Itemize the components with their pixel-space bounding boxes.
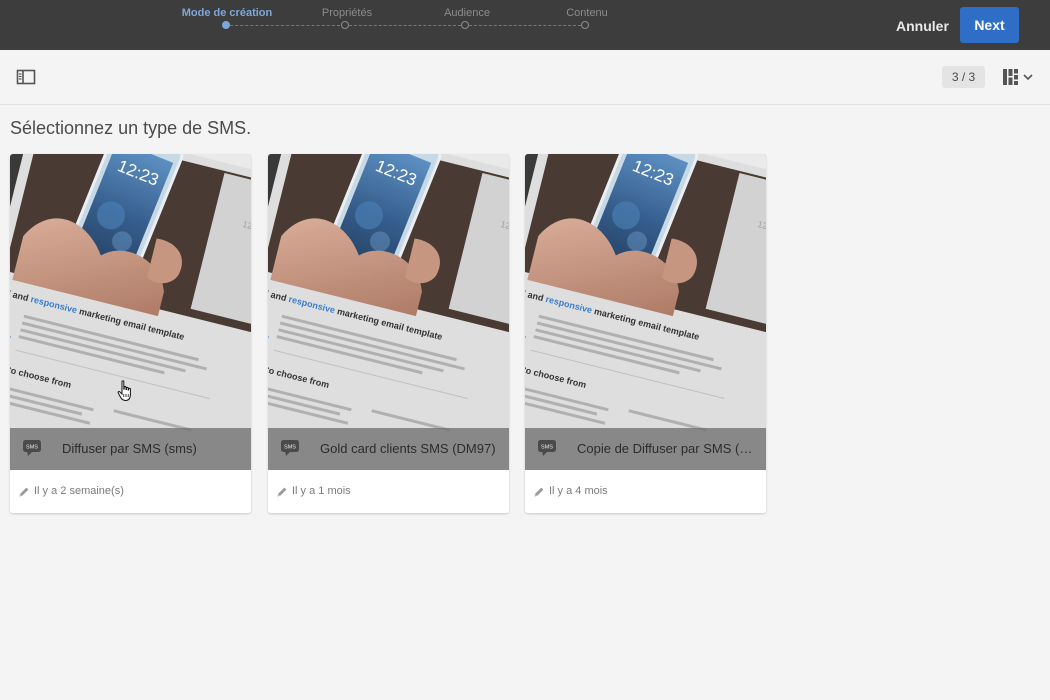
item-count-badge: 3 / 3 bbox=[942, 66, 985, 88]
next-button[interactable]: Next bbox=[960, 7, 1019, 43]
card-caption: SMS Gold card clients SMS (DM97) bbox=[268, 428, 509, 470]
toolbar: 3 / 3 bbox=[0, 50, 1050, 105]
card-modified-date: Il y a 1 mois bbox=[292, 485, 351, 497]
sidebar-panel-icon[interactable] bbox=[16, 68, 36, 86]
template-card-diffuser-sms[interactable]: geometrix 12:5 12:23 inal and responsive… bbox=[10, 154, 251, 513]
template-thumbnail: geometrix 12:5 12:23 inal and responsive… bbox=[268, 154, 509, 470]
template-card-gold-card-clients[interactable]: geometrix 12:5 12:23 inal and responsive… bbox=[268, 154, 509, 513]
page-subtitle: Sélectionnez un type de SMS. bbox=[10, 118, 252, 138]
step-proprietes[interactable]: Propriétés bbox=[322, 7, 372, 19]
card-title: Diffuser par SMS (sms) bbox=[62, 441, 197, 456]
pencil-icon bbox=[18, 485, 30, 497]
svg-text:SMS: SMS bbox=[284, 445, 296, 451]
step-audience[interactable]: Audience bbox=[444, 7, 490, 19]
step-mode-creation[interactable]: Mode de création bbox=[182, 7, 272, 19]
grid-view-icon[interactable] bbox=[1001, 67, 1037, 87]
template-thumbnail: geometrix 12:5 12:23 inal and responsive… bbox=[10, 154, 251, 470]
template-thumbnail: geometrix 12:5 12:23 inal and responsive… bbox=[525, 154, 766, 470]
sms-icon: SMS bbox=[537, 438, 557, 458]
card-modified-date: Il y a 2 semaine(s) bbox=[34, 485, 124, 497]
card-title: Copie de Diffuser par SMS (D... bbox=[577, 441, 757, 456]
card-footer: Il y a 4 mois bbox=[525, 470, 766, 513]
step-connector bbox=[469, 24, 581, 26]
template-card-copie-diffuser-sms[interactable]: geometrix 12:5 12:23 inal and responsive… bbox=[525, 154, 766, 513]
card-footer: Il y a 2 semaine(s) bbox=[10, 470, 251, 513]
step-connector bbox=[349, 24, 461, 26]
step-dot-contenu bbox=[581, 21, 589, 29]
step-connector bbox=[230, 24, 340, 26]
card-caption: SMS Copie de Diffuser par SMS (D... bbox=[525, 428, 766, 470]
card-caption: SMS Diffuser par SMS (sms) bbox=[10, 428, 251, 470]
sms-icon: SMS bbox=[22, 438, 42, 458]
pencil-icon bbox=[533, 485, 545, 497]
step-dot-audience bbox=[461, 21, 469, 29]
wizard-bar: Mode de création Propriétés Audience Con… bbox=[0, 0, 1050, 50]
card-footer: Il y a 1 mois bbox=[268, 470, 509, 513]
card-title: Gold card clients SMS (DM97) bbox=[320, 441, 496, 456]
step-dot-mode-creation bbox=[222, 21, 230, 29]
sms-icon: SMS bbox=[280, 438, 300, 458]
cancel-button[interactable]: Annuler bbox=[888, 12, 957, 40]
svg-text:SMS: SMS bbox=[26, 445, 38, 451]
svg-text:SMS: SMS bbox=[541, 445, 553, 451]
wizard-steps: Mode de création Propriétés Audience Con… bbox=[0, 0, 700, 50]
step-contenu[interactable]: Contenu bbox=[566, 7, 608, 19]
pencil-icon bbox=[276, 485, 288, 497]
card-modified-date: Il y a 4 mois bbox=[549, 485, 608, 497]
step-dot-proprietes bbox=[341, 21, 349, 29]
